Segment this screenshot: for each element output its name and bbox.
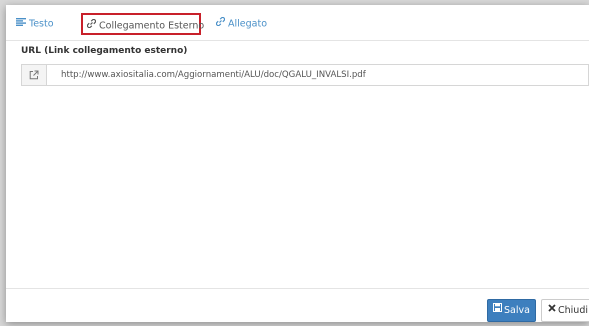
tab-testo[interactable]: Testo	[16, 15, 54, 33]
tab-collegamento-esterno[interactable]: Collegamento Esterno	[81, 13, 205, 37]
footer-divider	[6, 288, 589, 289]
modal-window: Testo Collegamento Esterno Allegato URL …	[6, 5, 589, 322]
align-left-icon	[16, 15, 26, 33]
tab-testo-label: Testo	[29, 18, 54, 30]
paperclip-icon	[215, 15, 226, 33]
tab-divider	[6, 40, 589, 41]
url-field-label: URL (Link collegamento esterno)	[21, 46, 188, 56]
url-input-group	[21, 64, 589, 86]
tab-allegato-label: Allegato	[228, 18, 268, 30]
url-field[interactable]	[47, 65, 588, 85]
tab-bar: Testo Collegamento Esterno Allegato	[6, 5, 589, 40]
external-link-addon[interactable]	[22, 65, 47, 85]
link-icon	[86, 15, 97, 37]
close-icon	[548, 299, 556, 320]
save-button[interactable]: Salva	[487, 299, 536, 322]
tab-collegamento-label: Collegamento Esterno	[99, 20, 205, 32]
external-link-icon	[29, 70, 39, 80]
close-button[interactable]: Chiudi	[541, 299, 589, 322]
floppy-disk-icon	[493, 299, 503, 320]
save-button-label: Salva	[504, 305, 530, 316]
close-button-label: Chiudi	[558, 305, 588, 316]
tab-allegato[interactable]: Allegato	[215, 15, 268, 33]
